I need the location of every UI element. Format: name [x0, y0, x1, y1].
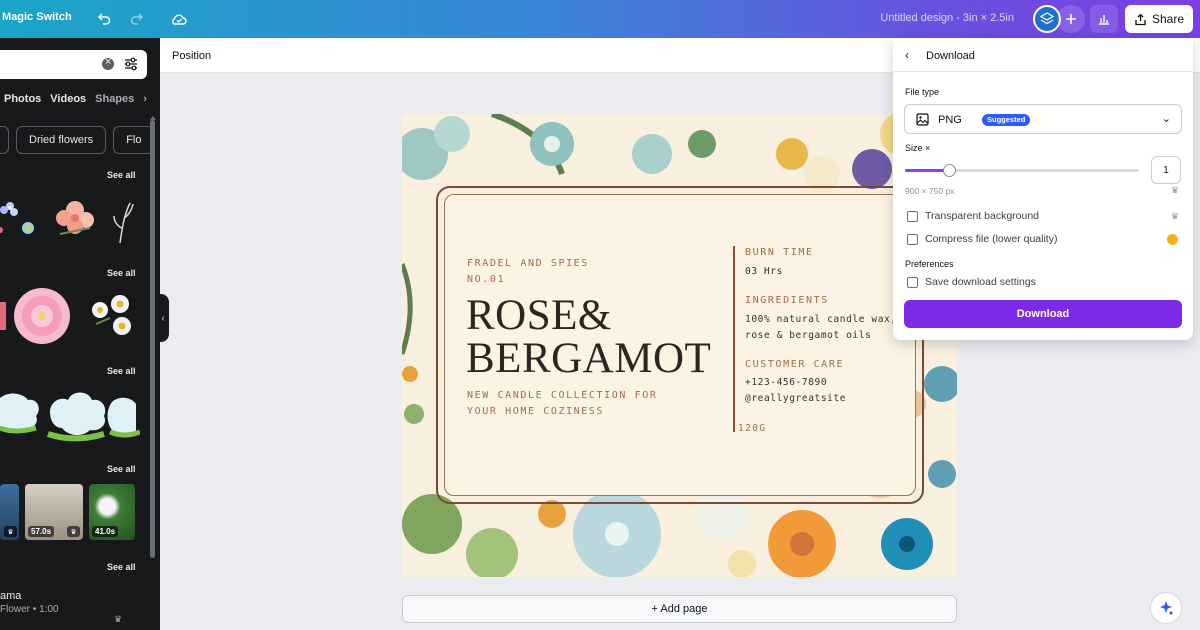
chevron-right-icon[interactable]: › [143, 93, 147, 105]
chip-flowers[interactable]: Flo [113, 126, 155, 154]
left-panel: Photos Videos Shapes › Dried flowers Flo… [0, 38, 160, 630]
divider-line [733, 246, 735, 432]
size-input[interactable]: 1 [1151, 156, 1181, 184]
burn-time-heading[interactable]: BURN TIME [745, 247, 814, 258]
search-input[interactable] [0, 50, 147, 79]
collapse-panel-button[interactable]: ‹ [157, 294, 169, 342]
download-panel-header: ‹ Download [893, 38, 1193, 72]
share-button[interactable]: Share [1125, 5, 1193, 33]
design-subheading[interactable]: NEW CANDLE COLLECTION FOR YOUR HOME COZI… [467, 388, 658, 420]
category-tabs: Photos Videos Shapes › [4, 93, 147, 105]
graphics-row [0, 188, 140, 252]
see-all-audio[interactable]: See all [107, 562, 136, 572]
share-label: Share [1151, 12, 1185, 26]
crown-icon: ♛ [114, 614, 123, 624]
download-button[interactable]: Download [904, 300, 1182, 328]
video-duration: 57.0s [28, 526, 55, 537]
audio-subtitle: Flower • 1:00 [0, 604, 59, 615]
shapes-row [0, 382, 141, 446]
save-settings-checkbox[interactable] [907, 276, 918, 288]
preferences-label: Preferences [905, 259, 954, 269]
scrollbar[interactable] [150, 120, 155, 558]
daisies-photo[interactable] [92, 295, 131, 335]
bouquet-graphic[interactable] [56, 201, 94, 235]
video-thumb-1[interactable]: ♛ [0, 484, 19, 540]
cloud-shape-2[interactable] [47, 392, 106, 442]
image-icon [916, 113, 929, 126]
video-thumb-2[interactable]: 57.0s ♛ [25, 484, 83, 540]
flower-graphic[interactable] [0, 202, 34, 234]
weight-text[interactable]: 120G [738, 423, 766, 434]
burn-time-value[interactable]: 03 Hrs [745, 264, 783, 280]
cloud-shape-3[interactable] [107, 397, 141, 438]
partial-photo[interactable] [0, 302, 6, 330]
sketch-flower-graphic[interactable] [113, 202, 134, 244]
save-settings-label: Save download settings [925, 276, 1036, 288]
back-chevron-icon[interactable]: ‹ [905, 48, 909, 62]
filter-icon[interactable] [123, 56, 139, 72]
chip-previous[interactable] [0, 126, 9, 154]
brand-text[interactable]: FRADEL AND SPIES NO.01 [467, 256, 589, 288]
position-button[interactable]: Position [172, 50, 211, 62]
share-icon [1135, 13, 1146, 25]
download-panel: ‹ Download File type PNG Suggested ⌄ Siz… [893, 38, 1193, 340]
video-duration: 41.0s [92, 526, 119, 537]
photos-row [0, 284, 140, 348]
size-slider-handle[interactable] [943, 164, 957, 177]
file-type-value: PNG [938, 114, 962, 126]
design-canvas[interactable]: FRADEL AND SPIES NO.01 ROSE& BERGAMOT NE… [402, 114, 957, 577]
tab-photos[interactable]: Photos [4, 93, 41, 105]
size-label: Size × [905, 143, 931, 153]
add-page-button[interactable]: + Add page [402, 595, 957, 623]
save-settings-option[interactable]: Save download settings [907, 276, 1036, 288]
undo-icon[interactable] [92, 7, 116, 31]
ingredients-heading[interactable]: INGREDIENTS [745, 295, 829, 306]
file-type-select[interactable]: PNG Suggested ⌄ [904, 104, 1182, 134]
transparent-background-option[interactable]: Transparent background [907, 210, 1039, 222]
transparent-background-checkbox[interactable] [907, 210, 918, 222]
crown-icon: ♛ [1170, 185, 1179, 195]
tab-videos[interactable]: Videos [50, 93, 86, 105]
tab-shapes[interactable]: Shapes [95, 93, 134, 105]
magic-switch-button[interactable]: Magic Switch [2, 11, 72, 23]
dahlia-photo[interactable] [14, 288, 70, 344]
suggested-badge: Suggested [982, 114, 1031, 126]
compress-file-option[interactable]: Compress file (lower quality) [907, 233, 1057, 245]
size-slider[interactable] [905, 164, 1139, 177]
customer-care-heading[interactable]: CUSTOMER CARE [745, 359, 844, 370]
crown-icon: ♛ [1170, 211, 1179, 221]
chip-dried-flowers[interactable]: Dried flowers [16, 126, 107, 154]
see-all-shapes[interactable]: See all [107, 366, 136, 376]
crown-icon: ♛ [67, 526, 80, 537]
pro-coin-icon [1167, 234, 1178, 245]
add-collaborator-icon[interactable] [1057, 5, 1085, 33]
transparent-background-label: Transparent background [925, 210, 1040, 222]
dimensions-text: 900 × 750 px [905, 186, 955, 196]
clear-search-icon[interactable] [102, 56, 114, 70]
download-panel-title: Download [926, 50, 975, 62]
crown-icon: ♛ [4, 526, 17, 537]
file-type-label: File type [905, 87, 940, 97]
customer-care-text[interactable]: +123-456-7890 @reallygreatsite [745, 375, 846, 407]
design-title[interactable]: Untitled design - 3in × 2.5in [880, 12, 1014, 24]
compress-file-label: Compress file (lower quality) [925, 233, 1058, 245]
cloud-saved-icon[interactable] [167, 7, 191, 31]
ingredients-text[interactable]: 100% natural candle wax, rose & bergamot… [745, 312, 897, 344]
design-heading[interactable]: ROSE& BERGAMOT [466, 294, 711, 380]
video-thumb-3[interactable]: 41.0s [89, 484, 135, 540]
audio-title[interactable]: ama [0, 590, 21, 602]
see-all-videos[interactable]: See all [107, 464, 136, 474]
chevron-down-icon: ⌄ [1161, 113, 1171, 125]
compress-file-checkbox[interactable] [907, 233, 918, 245]
top-bar: Magic Switch Untitled design - 3in × 2.5… [0, 0, 1200, 38]
see-all-photos[interactable]: See all [107, 268, 136, 278]
cloud-shape[interactable] [0, 393, 39, 434]
magic-assistant-button[interactable] [1150, 592, 1182, 624]
redo-icon[interactable] [125, 7, 149, 31]
sparkle-icon [1160, 601, 1173, 615]
see-all-graphics[interactable]: See all [107, 170, 136, 180]
filter-chips: Dried flowers Flo [0, 126, 155, 154]
analytics-icon[interactable] [1090, 5, 1118, 33]
